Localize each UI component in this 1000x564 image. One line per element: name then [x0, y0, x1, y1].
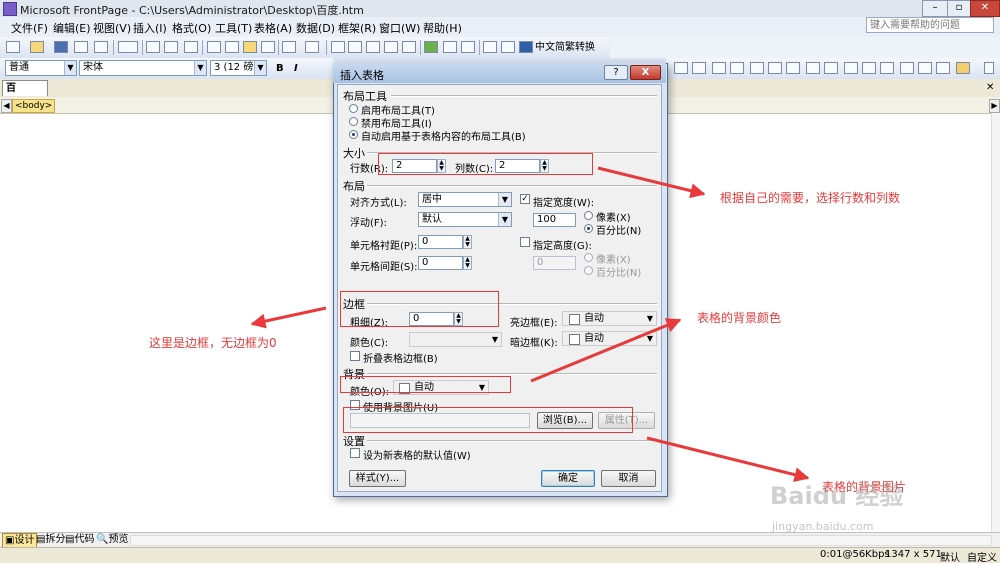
border-annotation: 这里是边框，无边框为0 — [149, 336, 277, 350]
view-tab-code[interactable]: ▤代码 — [63, 533, 96, 546]
rows-cols-annotation: 根据自己的需要，选择行数和列数 — [720, 191, 901, 205]
annotation-arrow — [646, 436, 810, 483]
horizontal-scrollbar[interactable] — [130, 535, 992, 546]
baidu-watermark-logo: Baidu 经验 — [770, 482, 904, 510]
bg-color-annotation: 表格的背景颜色 — [697, 311, 782, 325]
view-tab-preview-label: 预览 — [108, 534, 129, 545]
view-tab-design[interactable]: ▣设计 — [2, 533, 38, 548]
annotation-arrow — [250, 306, 327, 329]
view-tab-preview[interactable]: 🔍预览 — [94, 533, 130, 546]
status-download-speed: 0:01@56Kbps — [820, 549, 890, 560]
annotation-arrow — [530, 318, 682, 383]
annotation-arrow — [597, 166, 706, 199]
view-tab-design-label: 设计 — [14, 535, 35, 546]
view-tab-code-label: 代码 — [74, 534, 95, 545]
status-dimensions: 1347 x 571 — [885, 549, 942, 560]
